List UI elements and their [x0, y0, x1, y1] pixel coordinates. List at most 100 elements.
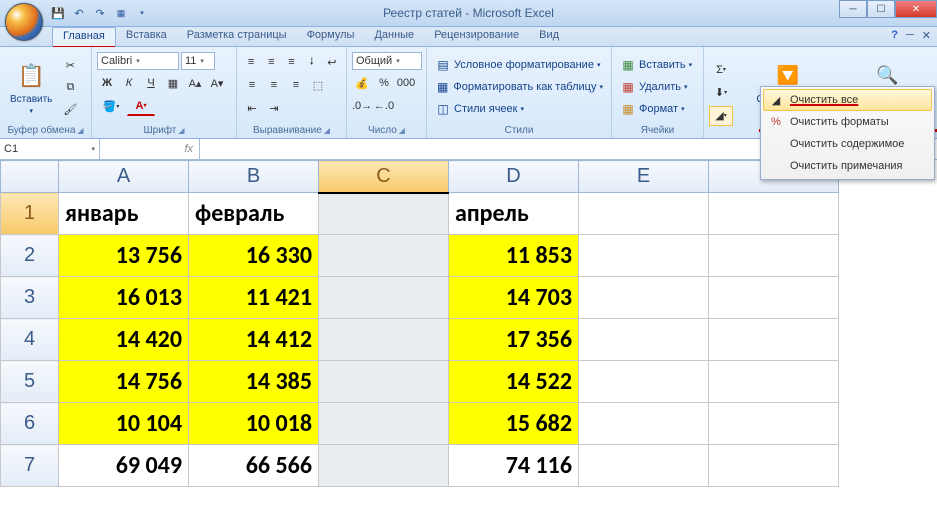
cell-a3[interactable]: 16 013	[59, 277, 189, 319]
font-size-combo[interactable]: 11▾	[181, 52, 215, 70]
italic-button[interactable]: К	[119, 73, 139, 93]
row-header-5[interactable]: 5	[1, 361, 59, 403]
cell-f6[interactable]	[709, 403, 839, 445]
cell-b5[interactable]: 14 385	[189, 361, 319, 403]
number-format-combo[interactable]: Общий▾	[352, 52, 422, 70]
fill-color-button[interactable]: 🪣▾	[97, 96, 125, 116]
fx-icon[interactable]: fx	[184, 143, 193, 155]
format-cells-button[interactable]: ▦Формат▾	[617, 100, 698, 118]
tab-insert[interactable]: Вставка	[116, 27, 177, 46]
cell-e6[interactable]	[579, 403, 709, 445]
cell-f2[interactable]	[709, 235, 839, 277]
row-header-6[interactable]: 6	[1, 403, 59, 445]
decrease-indent-icon[interactable]: ⇤	[242, 98, 262, 118]
cell-e1[interactable]	[579, 193, 709, 235]
minimize-ribbon-icon[interactable]: ─	[906, 29, 914, 42]
cell-f7[interactable]	[709, 445, 839, 487]
col-header-c[interactable]: C	[319, 161, 449, 193]
minimize-button[interactable]: ─	[839, 0, 867, 18]
cell-c2[interactable]	[319, 235, 449, 277]
cell-a7[interactable]: 69 049	[59, 445, 189, 487]
cell-b7[interactable]: 66 566	[189, 445, 319, 487]
cell-a4[interactable]: 14 420	[59, 319, 189, 361]
cell-styles-button[interactable]: ◫Стили ячеек▾	[432, 100, 606, 118]
font-color-button[interactable]: A▾	[127, 96, 155, 116]
cell-e7[interactable]	[579, 445, 709, 487]
undo-icon[interactable]: ↶	[71, 5, 87, 21]
clear-all-item[interactable]: ◢ Очистить все	[763, 89, 932, 111]
border-button[interactable]: ▦	[163, 73, 183, 93]
clear-comments-item[interactable]: Очистить примечания	[763, 155, 932, 177]
close-button[interactable]: ✕	[895, 0, 937, 18]
cell-c5[interactable]	[319, 361, 449, 403]
cell-f4[interactable]	[709, 319, 839, 361]
cell-b2[interactable]: 16 330	[189, 235, 319, 277]
format-as-table-button[interactable]: ▦Форматировать как таблицу▾	[432, 78, 606, 96]
cell-d6[interactable]: 15 682	[449, 403, 579, 445]
qat-dropdown-icon[interactable]: ▾	[134, 5, 150, 21]
format-painter-icon[interactable]: 🖌	[60, 99, 80, 119]
grow-font-icon[interactable]: A▴	[185, 73, 205, 93]
qat-custom-icon[interactable]: ▦	[113, 5, 129, 21]
save-icon[interactable]: 💾	[50, 5, 66, 21]
clear-contents-item[interactable]: Очистить содержимое	[763, 133, 932, 155]
font-launcher-icon[interactable]: ◢	[178, 126, 184, 135]
col-header-d[interactable]: D	[449, 161, 579, 193]
clipboard-launcher-icon[interactable]: ◢	[77, 126, 83, 135]
cell-c6[interactable]	[319, 403, 449, 445]
comma-icon[interactable]: 000	[396, 73, 416, 93]
cell-a5[interactable]: 14 756	[59, 361, 189, 403]
spreadsheet-grid[interactable]: A B C D E 1 январь февраль апрель 2 13 7…	[0, 160, 937, 515]
window-close-small-icon[interactable]: ✕	[922, 29, 931, 42]
cell-c3[interactable]	[319, 277, 449, 319]
tab-review[interactable]: Рецензирование	[424, 27, 529, 46]
fill-button[interactable]: ⬇▾	[709, 83, 733, 103]
cell-b6[interactable]: 10 018	[189, 403, 319, 445]
cell-b1[interactable]: февраль	[189, 193, 319, 235]
underline-button[interactable]: Ч	[141, 73, 161, 93]
cell-e4[interactable]	[579, 319, 709, 361]
insert-cells-button[interactable]: ▦Вставить▾	[617, 56, 698, 74]
cell-d5[interactable]: 14 522	[449, 361, 579, 403]
alignment-launcher-icon[interactable]: ◢	[324, 126, 330, 135]
align-left-icon[interactable]: ≡	[242, 75, 262, 95]
col-header-b[interactable]: B	[189, 161, 319, 193]
cell-f5[interactable]	[709, 361, 839, 403]
font-name-combo[interactable]: Calibri▾	[97, 52, 179, 70]
bold-button[interactable]: Ж	[97, 73, 117, 93]
tab-formulas[interactable]: Формулы	[297, 27, 365, 46]
tab-view[interactable]: Вид	[529, 27, 569, 46]
select-all-corner[interactable]	[1, 161, 59, 193]
name-box[interactable]: C1▾	[0, 139, 100, 159]
wrap-text-icon[interactable]: ↩	[323, 52, 341, 72]
office-button[interactable]	[5, 3, 43, 41]
cell-b4[interactable]: 14 412	[189, 319, 319, 361]
clear-formats-item[interactable]: % Очистить форматы	[763, 111, 932, 133]
cut-icon[interactable]: ✂	[60, 55, 80, 75]
conditional-formatting-button[interactable]: ▤Условное форматирование▾	[432, 56, 606, 74]
merge-icon[interactable]: ⬚	[308, 75, 328, 95]
shrink-font-icon[interactable]: A▾	[207, 73, 227, 93]
row-header-3[interactable]: 3	[1, 277, 59, 319]
copy-icon[interactable]: ⧉	[60, 77, 80, 97]
help-icon[interactable]: ?	[891, 29, 898, 42]
cell-a1[interactable]: январь	[59, 193, 189, 235]
cell-e3[interactable]	[579, 277, 709, 319]
align-top-icon[interactable]: ≡	[242, 52, 260, 72]
cell-f3[interactable]	[709, 277, 839, 319]
delete-cells-button[interactable]: ▦Удалить▾	[617, 78, 698, 96]
cell-e5[interactable]	[579, 361, 709, 403]
col-header-a[interactable]: A	[59, 161, 189, 193]
tab-home[interactable]: Главная	[52, 27, 116, 46]
cell-a6[interactable]: 10 104	[59, 403, 189, 445]
align-middle-icon[interactable]: ≡	[262, 52, 280, 72]
align-right-icon[interactable]: ≡	[286, 75, 306, 95]
row-header-1[interactable]: 1	[1, 193, 59, 235]
decrease-decimal-icon[interactable]: ←.0	[374, 96, 394, 116]
cell-d2[interactable]: 11 853	[449, 235, 579, 277]
row-header-7[interactable]: 7	[1, 445, 59, 487]
orientation-icon[interactable]: ⭭	[303, 52, 321, 72]
row-header-2[interactable]: 2	[1, 235, 59, 277]
cell-d1[interactable]: апрель	[449, 193, 579, 235]
cell-c7[interactable]	[319, 445, 449, 487]
